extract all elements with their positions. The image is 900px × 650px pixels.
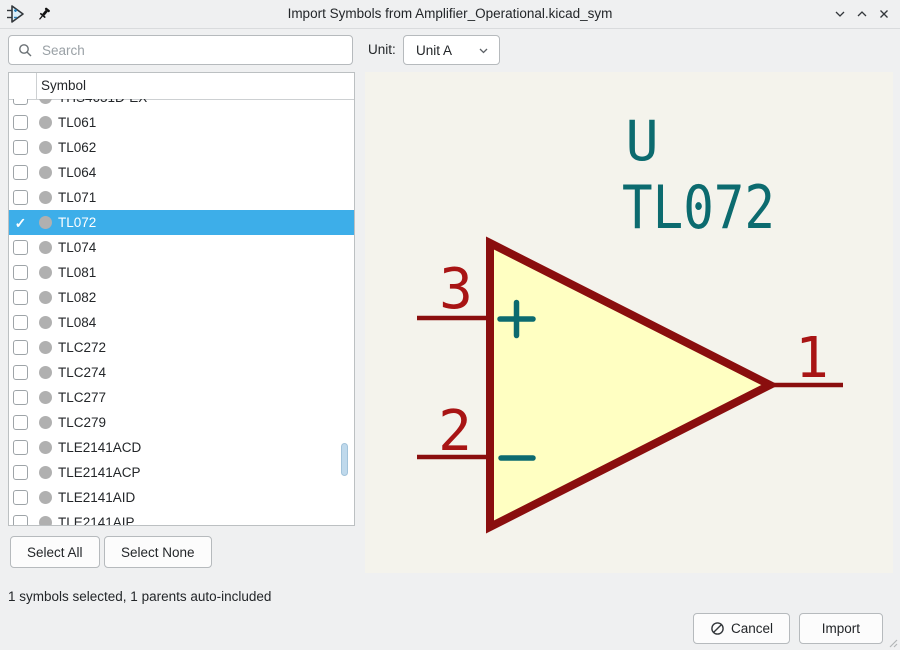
list-item[interactable]: TLE2141AID (9, 485, 354, 510)
select-none-button[interactable]: Select None (104, 536, 212, 568)
import-label: Import (822, 621, 860, 636)
list-item[interactable]: TL082 (9, 285, 354, 310)
titlebar: Import Symbols from Amplifier_Operationa… (0, 0, 900, 29)
symbol-list-header[interactable]: Symbol (9, 73, 354, 100)
list-item[interactable]: TLC277 (9, 385, 354, 410)
search-box[interactable] (8, 35, 353, 65)
symbol-icon (39, 291, 52, 304)
symbol-icon (39, 99, 52, 104)
select-all-button[interactable]: Select All (10, 536, 100, 568)
symbol-column-header: Symbol (41, 73, 86, 99)
list-item[interactable]: TL084 (9, 310, 354, 335)
checkbox[interactable] (13, 165, 28, 180)
list-item[interactable]: TL061 (9, 110, 354, 135)
unit-selected-value: Unit A (416, 43, 452, 58)
column-separator (36, 73, 37, 99)
maximize-icon[interactable] (854, 6, 870, 22)
pin-3-number: 3 (439, 257, 473, 322)
shade-icon[interactable] (832, 6, 848, 22)
list-item[interactable]: TL062 (9, 135, 354, 160)
checkbox[interactable] (13, 190, 28, 205)
unit-label: Unit: (368, 42, 396, 57)
symbol-icon (39, 441, 52, 454)
checkbox[interactable] (13, 490, 28, 505)
checkbox[interactable] (13, 515, 28, 525)
symbol-icon (39, 341, 52, 354)
cancel-label: Cancel (731, 621, 773, 636)
list-item[interactable]: TLE2141ACP (9, 460, 354, 485)
checkbox-checked[interactable]: ✓ (13, 215, 28, 230)
checkbox[interactable] (13, 315, 28, 330)
symbol-icon (39, 241, 52, 254)
symbol-icon (39, 491, 52, 504)
list-item[interactable]: TL074 (9, 235, 354, 260)
checkbox[interactable] (13, 290, 28, 305)
import-button[interactable]: Import (799, 613, 883, 644)
symbol-rows: THS4631D-EX TL061 TL062 TL064 TL071 ✓ TL… (9, 99, 354, 525)
resize-grip[interactable] (886, 636, 898, 648)
chevron-down-icon (477, 44, 490, 57)
reference-text: U (625, 109, 658, 173)
list-item[interactable]: TLE2141AIP (9, 510, 354, 525)
search-input[interactable] (40, 42, 334, 59)
checkbox[interactable] (13, 340, 28, 355)
symbol-preview: U TL072 3 2 1 (365, 72, 893, 573)
list-item[interactable]: TLC272 (9, 335, 354, 360)
symbol-icon (39, 416, 52, 429)
checkbox[interactable] (13, 415, 28, 430)
checkbox[interactable] (13, 99, 28, 105)
symbol-icon (39, 216, 52, 229)
list-item[interactable]: THS4631D-EX (9, 99, 354, 110)
checkbox[interactable] (13, 265, 28, 280)
symbol-icon (39, 366, 52, 379)
list-item[interactable]: TL071 (9, 185, 354, 210)
symbol-icon (39, 466, 52, 479)
list-item[interactable]: TLE2141ACD (9, 435, 354, 460)
value-text: TL072 (622, 173, 775, 243)
list-item[interactable]: TLC274 (9, 360, 354, 385)
pin-1-number: 1 (795, 326, 829, 391)
checkbox[interactable] (13, 365, 28, 380)
checkbox[interactable] (13, 390, 28, 405)
symbol-icon (39, 166, 52, 179)
list-item[interactable]: TL064 (9, 160, 354, 185)
cancel-button[interactable]: Cancel (693, 613, 790, 644)
cancel-prohibition-icon (710, 621, 725, 636)
symbol-icon (39, 516, 52, 525)
checkbox[interactable] (13, 140, 28, 155)
checkbox[interactable] (13, 440, 28, 455)
scrollbar-thumb[interactable] (341, 443, 348, 476)
list-item-selected[interactable]: ✓ TL072 (9, 210, 354, 235)
close-icon[interactable] (876, 6, 892, 22)
symbol-icon (39, 391, 52, 404)
list-item[interactable]: TL081 (9, 260, 354, 285)
opamp-triangle (490, 243, 770, 527)
symbol-list: Symbol THS4631D-EX TL061 TL062 TL064 TL0… (8, 72, 355, 526)
symbol-icon (39, 266, 52, 279)
window-title: Import Symbols from Amplifier_Operationa… (0, 0, 900, 28)
status-text: 1 symbols selected, 1 parents auto-inclu… (8, 589, 271, 604)
opamp-schematic: U TL072 3 2 1 (365, 72, 893, 573)
checkbox[interactable] (13, 465, 28, 480)
unit-select[interactable]: Unit A (403, 35, 500, 65)
symbol-icon (39, 141, 52, 154)
search-icon (18, 43, 33, 58)
checkbox[interactable] (13, 240, 28, 255)
checkbox[interactable] (13, 115, 28, 130)
symbol-icon (39, 191, 52, 204)
symbol-icon (39, 116, 52, 129)
symbol-icon (39, 316, 52, 329)
list-item[interactable]: TLC279 (9, 410, 354, 435)
pin-2-number: 2 (438, 399, 472, 464)
